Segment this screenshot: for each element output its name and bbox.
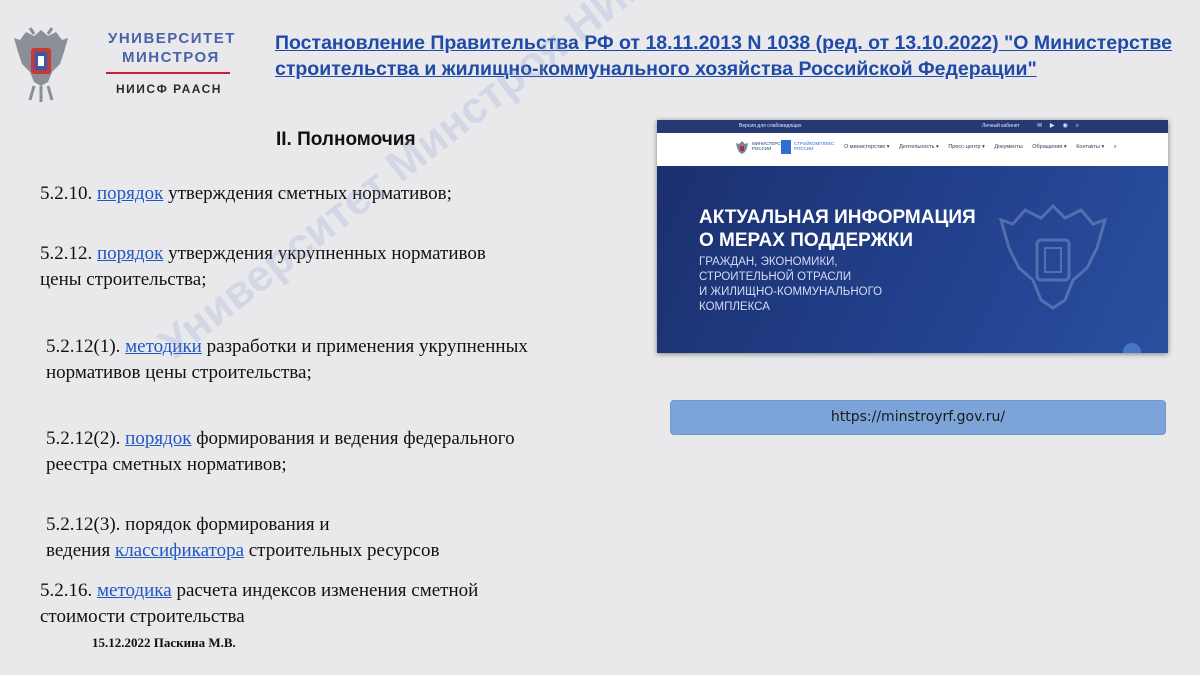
- item-text: ведения: [46, 540, 115, 561]
- item-link[interactable]: порядок: [97, 243, 163, 264]
- stroykompleks-brand[interactable]: СТРОЙКОМПЛЕКС РОССИИ: [794, 141, 834, 151]
- item-text: расчета индексов изменения сметной: [171, 580, 479, 601]
- menu-item[interactable]: Обращения ▾: [1032, 144, 1066, 150]
- item-text: нормативов цены строительства;: [46, 362, 312, 383]
- menu-item[interactable]: Пресс-центр ▾: [948, 144, 984, 150]
- section-heading: II. Полномочия: [276, 129, 416, 150]
- scroll-button[interactable]: [1123, 343, 1141, 353]
- logo-subtitle: НИИСФ РААСН: [116, 82, 222, 96]
- item-text: стоимости строительства: [40, 606, 245, 627]
- item-number: 5.2.16.: [40, 580, 97, 601]
- logo-divider: [106, 72, 230, 74]
- list-item: 5.2.12(1). методики разработки и примене…: [46, 334, 528, 386]
- menu-item[interactable]: Документы: [994, 144, 1022, 150]
- list-item: 5.2.12(3). порядок формирования и ведени…: [46, 512, 439, 564]
- hero-subtitle: ГРАЖДАН, ЭКОНОМИКИ, СТРОИТЕЛЬНОЙ ОТРАСЛИ…: [699, 255, 882, 315]
- item-link[interactable]: порядок: [97, 183, 163, 204]
- site-url[interactable]: https://minstroyrf.gov.ru/: [671, 409, 1165, 425]
- eagle-crest-icon: [998, 203, 1108, 310]
- site-menu: О министерстве ▾ Деятельность ▾ Пресс-це…: [844, 144, 1125, 151]
- item-text: утверждения сметных нормативов;: [163, 183, 452, 204]
- social-icons[interactable]: ✉ ▶ ◉ ⌕: [1037, 122, 1082, 130]
- item-link[interactable]: классификатора: [115, 540, 244, 561]
- accessibility-link[interactable]: Версия для слабовидящих: [739, 123, 802, 129]
- list-item: 5.2.12(2). порядок формирования и ведени…: [46, 426, 515, 478]
- website-screenshot: Версия для слабовидящих Личный кабинет ✉…: [657, 120, 1168, 353]
- site-navbar: МИНИСТЕРСТВО РОССИИ СТРОЙКОМПЛЕКС РОССИИ…: [657, 133, 1168, 167]
- decree-title-link[interactable]: Постановление Правительства РФ от 18.11.…: [275, 30, 1175, 82]
- hero-sub-line: ГРАЖДАН, ЭКОНОМИКИ,: [699, 256, 838, 268]
- item-number: 5.2.10.: [40, 183, 97, 204]
- coat-of-arms-icon: [14, 27, 68, 102]
- hero-sub-line: КОМПЛЕКСА: [699, 301, 770, 313]
- site-topbar: Версия для слабовидящих Личный кабинет ✉…: [657, 120, 1168, 133]
- hero-sub-line: И ЖИЛИЩНО-КОММУНАЛЬНОГО: [699, 286, 883, 298]
- stroykompleks-icon: [781, 140, 791, 154]
- item-text: формирования и ведения федерального: [191, 428, 515, 449]
- menu-item[interactable]: О министерстве ▾: [844, 144, 890, 150]
- item-text: строительных ресурсов: [244, 540, 440, 561]
- search-icon[interactable]: ⌕: [1114, 144, 1117, 150]
- hero-title-line2: О МЕРАХ ПОДДЕРЖКИ: [699, 230, 914, 251]
- item-text: реестра сметных нормативов;: [46, 454, 287, 475]
- hero-sub-line: СТРОИТЕЛЬНОЙ ОТРАСЛИ: [699, 271, 852, 283]
- item-number: 5.2.12.: [40, 243, 97, 264]
- list-item: 5.2.12. порядок утверждения укрупненных …: [40, 241, 486, 293]
- list-item: 5.2.10. порядок утверждения сметных норм…: [40, 181, 452, 207]
- hero-title: АКТУАЛЬНАЯ ИНФОРМАЦИЯ О МЕРАХ ПОДДЕРЖКИ: [699, 206, 976, 252]
- item-number: 5.2.12(1).: [46, 336, 126, 357]
- ministry-crest-icon: [736, 141, 748, 154]
- logo-title-line2: МИНСТРОЯ: [122, 49, 220, 66]
- menu-item[interactable]: Деятельность ▾: [899, 144, 939, 150]
- item-number: 5.2.12(2).: [46, 428, 126, 449]
- item-text: утверждения укрупненных нормативов: [163, 243, 486, 264]
- hero-title-line1: АКТУАЛЬНАЯ ИНФОРМАЦИЯ: [699, 207, 976, 228]
- university-logo: УНИВЕРСИТЕТ МИНСТРОЯ НИИСФ РААСН: [8, 20, 266, 108]
- item-link[interactable]: методики: [125, 336, 202, 357]
- item-text: 5.2.12(3). порядок формирования и: [46, 514, 330, 535]
- list-item: 5.2.16. методика расчета индексов измене…: [40, 578, 478, 630]
- ministry-brand[interactable]: МИНИСТЕРСТВО РОССИИ: [752, 141, 789, 151]
- item-link[interactable]: порядок: [125, 428, 191, 449]
- item-text: разработки и применения укрупненных: [201, 336, 528, 357]
- footer-date-author: 15.12.2022 Паскина М.В.: [92, 635, 236, 650]
- account-link[interactable]: Личный кабинет: [982, 123, 1020, 129]
- url-bar[interactable]: https://minstroyrf.gov.ru/: [670, 400, 1166, 435]
- logo-title-line1: УНИВЕРСИТЕТ: [108, 30, 236, 47]
- item-text: цены строительства;: [40, 269, 207, 290]
- site-hero-banner: АКТУАЛЬНАЯ ИНФОРМАЦИЯ О МЕРАХ ПОДДЕРЖКИ …: [657, 166, 1168, 353]
- item-link[interactable]: методика: [97, 580, 172, 601]
- menu-item[interactable]: Контакты ▾: [1076, 144, 1104, 150]
